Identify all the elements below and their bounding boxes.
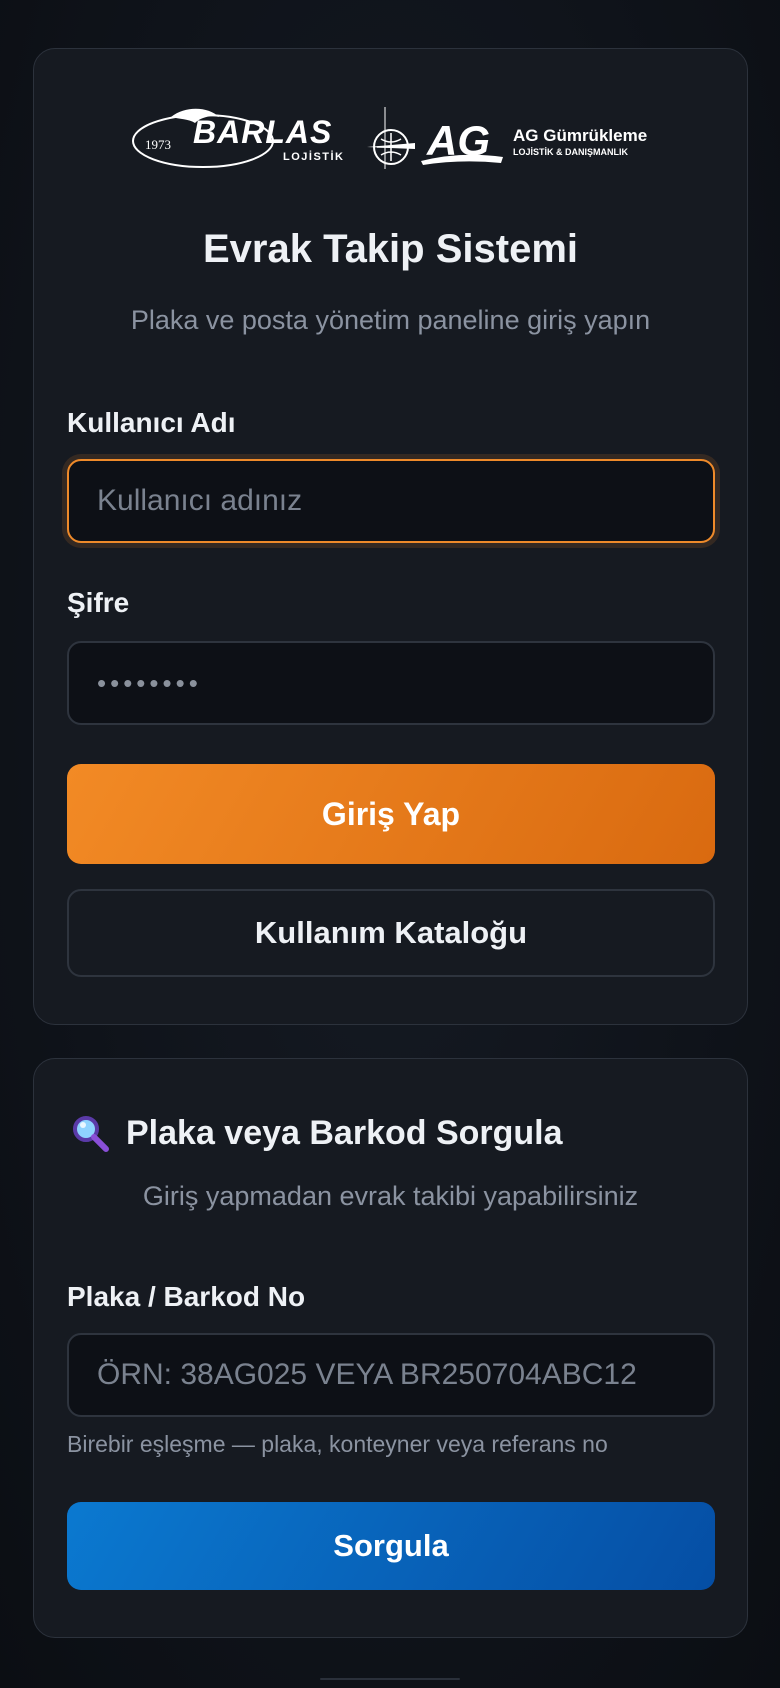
query-button[interactable]: Sorgula — [67, 1502, 715, 1590]
page-title: Evrak Takip Sistemi — [203, 227, 578, 271]
username-input[interactable]: Kullanıcı adınız — [67, 459, 715, 543]
match-hint: Birebir eşleşme — plaka, konteyner veya … — [67, 1431, 608, 1457]
username-placeholder: Kullanıcı adınız — [97, 484, 303, 517]
svg-text:AG Gümrükleme: AG Gümrükleme — [513, 126, 647, 145]
bottom-divider — [320, 1678, 460, 1680]
svg-text:LOJİSTİK & DANIŞMANLIK: LOJİSTİK & DANIŞMANLIK — [513, 147, 629, 157]
query-card: Plaka veya Barkod Sorgula Giriş yapmadan… — [33, 1058, 748, 1638]
magnifier-icon — [73, 1116, 109, 1152]
login-button[interactable]: Giriş Yap — [67, 764, 715, 864]
password-dots: •••••••• — [97, 667, 202, 698]
plate-barcode-placeholder: ÖRN: 38AG025 VEYA BR250704ABC12 — [97, 1358, 637, 1391]
query-title: Plaka veya Barkod Sorgula — [126, 1113, 563, 1152]
query-subtitle: Giriş yapmadan evrak takibi yapabilirsin… — [142, 1181, 639, 1211]
svg-text:BARLAS: BARLAS — [193, 114, 332, 150]
query-title-row: Plaka veya Barkod Sorgula — [70, 1113, 727, 1153]
barlas-ag-logo: 1973 BARLAS LOJİSTİK AG AG Gümrükleme LO… — [131, 107, 647, 169]
brand-logos: 1973 BARLAS LOJİSTİK AG AG Gümrükleme LO… — [34, 103, 747, 213]
page-subtitle: Plaka ve posta yönetim paneline giriş ya… — [130, 305, 651, 335]
password-label: Şifre — [67, 587, 130, 618]
plate-barcode-input[interactable]: ÖRN: 38AG025 VEYA BR250704ABC12 — [67, 1333, 715, 1417]
username-label: Kullanıcı Adı — [67, 407, 236, 438]
svg-text:LOJİSTİK: LOJİSTİK — [283, 150, 345, 163]
login-card: 1973 BARLAS LOJİSTİK AG AG Gümrükleme LO… — [33, 48, 748, 1025]
password-input[interactable]: •••••••• — [67, 641, 715, 725]
catalog-button[interactable]: Kullanım Kataloğu — [67, 889, 715, 977]
svg-text:1973: 1973 — [145, 137, 171, 152]
plate-barcode-label: Plaka / Barkod No — [67, 1281, 306, 1312]
